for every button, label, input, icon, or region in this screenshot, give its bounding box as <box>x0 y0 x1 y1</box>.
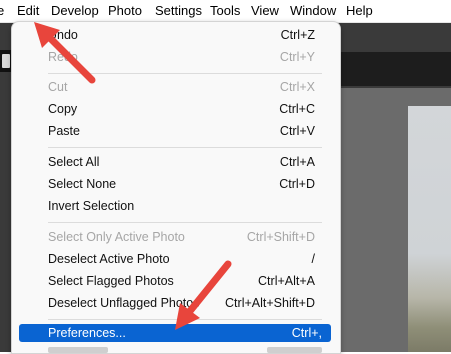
annotation-arrow-edit <box>34 22 96 84</box>
annotation-arrows <box>34 22 232 330</box>
annotation-arrow-preferences <box>175 260 232 330</box>
